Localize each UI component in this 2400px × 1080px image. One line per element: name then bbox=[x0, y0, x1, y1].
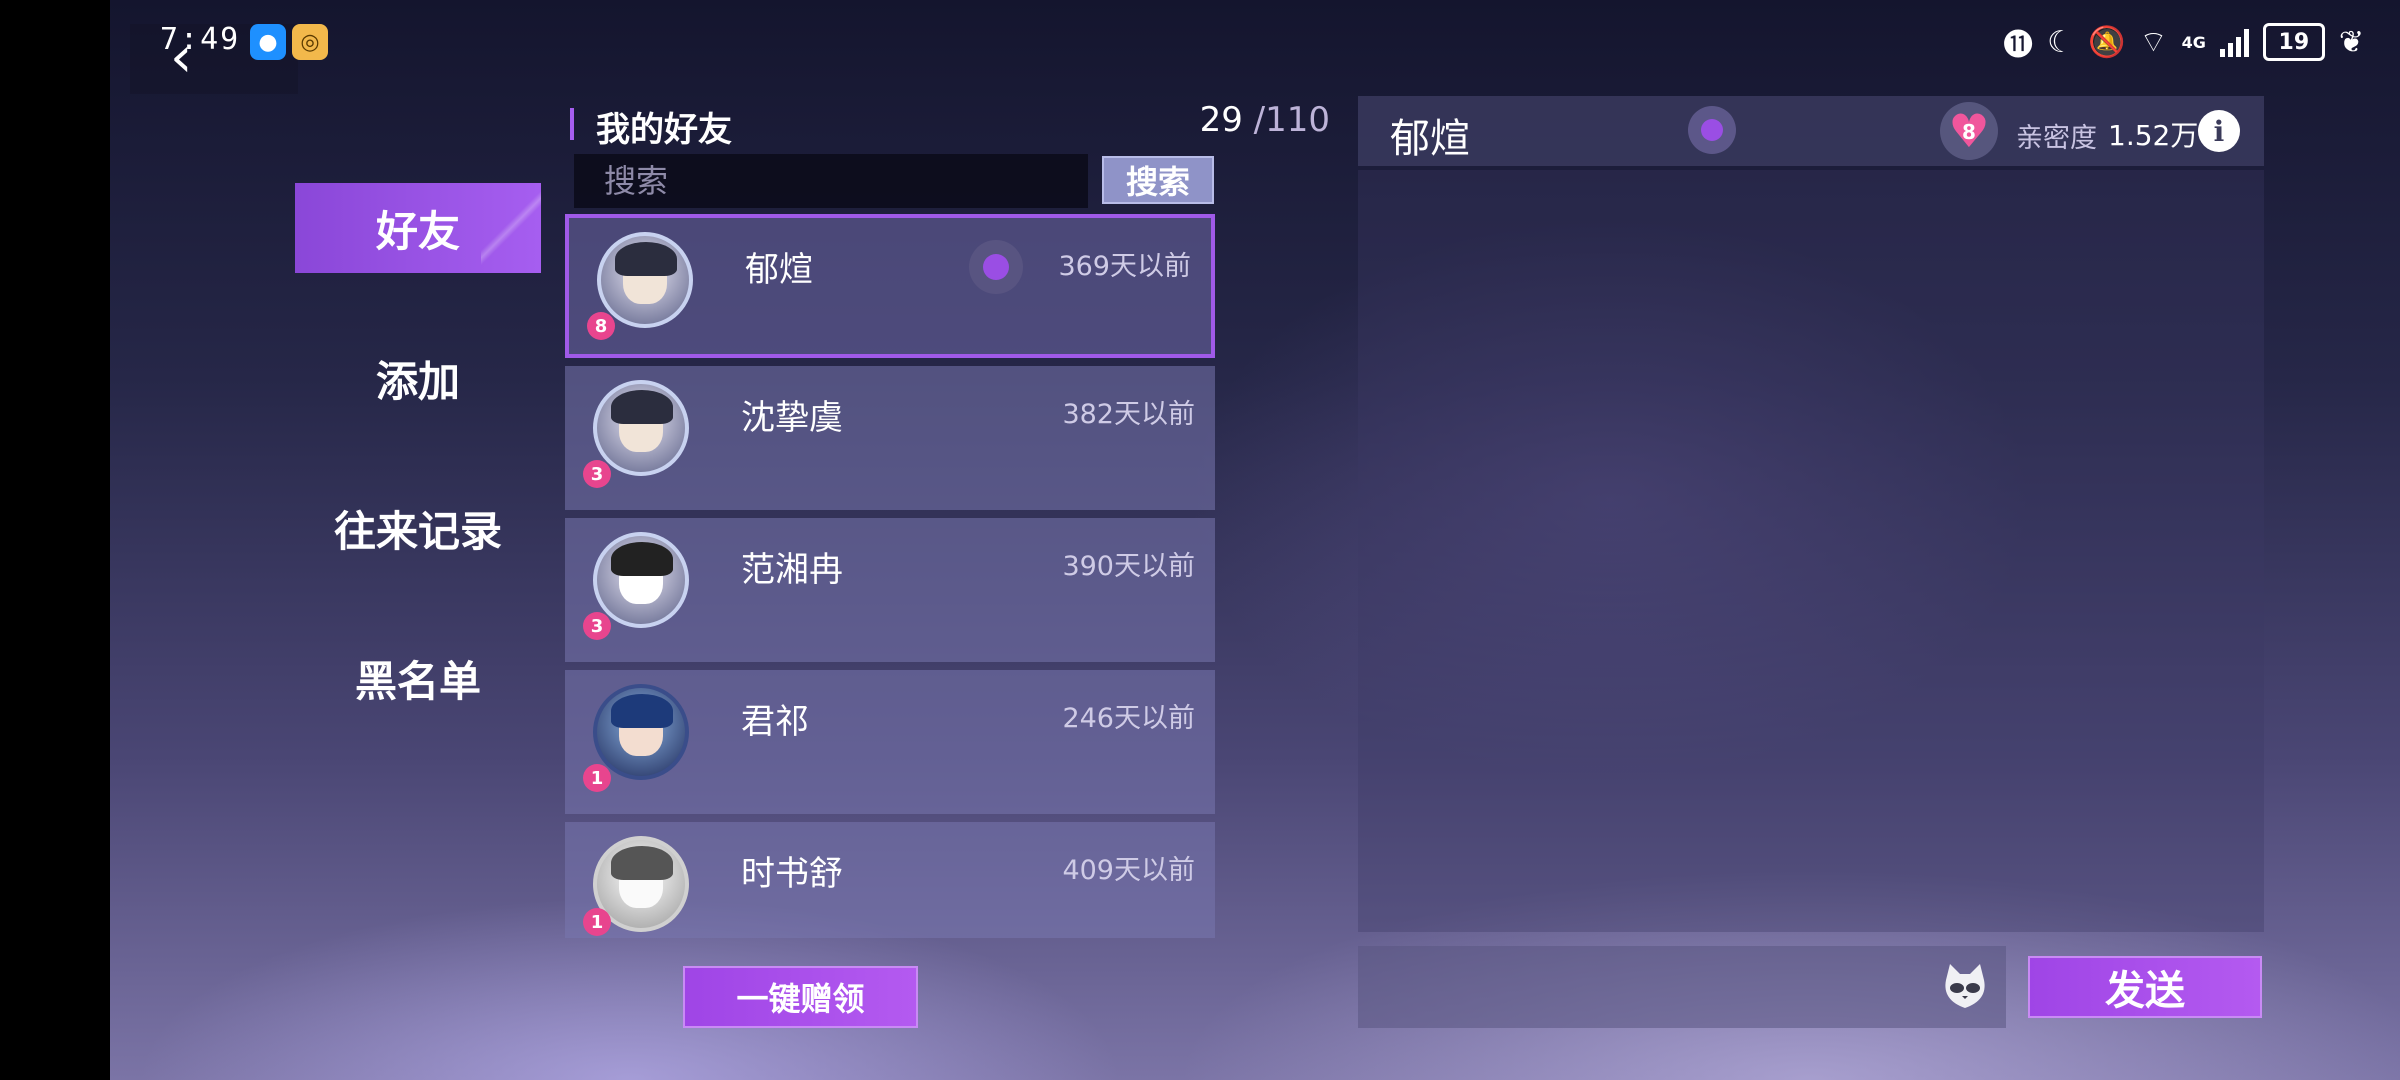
friends-title: 我的好友 bbox=[596, 110, 732, 150]
wifi-icon: ⌔ bbox=[2139, 25, 2168, 60]
friend-row[interactable]: 1 时书舒 409天以前 bbox=[565, 822, 1215, 938]
signal-icon bbox=[2219, 27, 2249, 57]
friend-row[interactable]: 3 范湘冉 390天以前 bbox=[565, 518, 1215, 662]
friends-count-total: /110 bbox=[1253, 100, 1330, 140]
friends-header: 我的好友 29 /110 bbox=[570, 100, 1330, 150]
network-label: 4G bbox=[2181, 32, 2206, 52]
data-saver-icon: ⓫ bbox=[2003, 28, 2034, 63]
heart-level-badge: 1 bbox=[583, 764, 611, 792]
chat-input-field[interactable] bbox=[1358, 946, 2006, 1028]
intimacy-label: 亲密度 bbox=[2016, 123, 2097, 154]
game-screen: 7:49 ‹ ● ◎ ⓫ ☾ 🔕 ⌔ 4G 19 ❦ 好友 添加 往来记录 黑名… bbox=[110, 0, 2400, 1080]
friend-name: 范湘冉 bbox=[741, 550, 843, 590]
heart-level-badge: 3 bbox=[583, 460, 611, 488]
friend-last-seen: 390天以前 bbox=[1062, 551, 1195, 582]
nav-item-records[interactable]: 往来记录 bbox=[295, 483, 541, 573]
back-arrow-icon[interactable]: ‹ bbox=[170, 30, 192, 86]
heart-level-badge: 8 bbox=[587, 312, 615, 340]
battery-level: 19 bbox=[2278, 29, 2310, 55]
friend-last-seen: 369天以前 bbox=[1058, 251, 1191, 282]
side-nav: 好友 添加 往来记录 黑名单 bbox=[295, 183, 541, 783]
search-input[interactable] bbox=[574, 154, 1088, 208]
heart-level-badge: 3 bbox=[583, 612, 611, 640]
nav-item-friends[interactable]: 好友 bbox=[295, 183, 541, 273]
battery-icon: 19 bbox=[2262, 23, 2325, 61]
online-status-icon bbox=[1688, 106, 1736, 154]
chat-friend-name: 郁煊 bbox=[1390, 116, 1470, 162]
chat-header: 郁煊 ♥ 8 亲密度 1.52万 i bbox=[1358, 96, 2264, 166]
moon-icon: ☾ bbox=[2047, 24, 2075, 60]
status-bar-right: ⓫ ☾ 🔕 ⌔ 4G 19 ❦ bbox=[2003, 20, 2364, 64]
friend-name: 沈挚虞 bbox=[741, 398, 843, 438]
friends-count-current: 29 bbox=[1199, 100, 1243, 140]
friend-name: 君祁 bbox=[741, 702, 809, 742]
friend-row[interactable]: 8 郁煊 369天以前 bbox=[565, 214, 1215, 358]
cat-emoji-icon[interactable] bbox=[1938, 960, 1992, 1014]
avatar bbox=[593, 532, 689, 628]
heart-icon: ♥ 8 bbox=[1940, 102, 1998, 160]
nav-item-blacklist[interactable]: 黑名单 bbox=[295, 633, 541, 723]
chat-message-area[interactable] bbox=[1358, 170, 2264, 932]
charging-leaf-icon: ❦ bbox=[2338, 24, 2364, 60]
message-app-icon: ● bbox=[250, 24, 286, 60]
gift-all-button[interactable]: 一键赠领 bbox=[683, 966, 918, 1028]
friend-last-seen: 409天以前 bbox=[1062, 855, 1195, 886]
title-accent-bar bbox=[570, 108, 574, 140]
nav-item-add[interactable]: 添加 bbox=[295, 333, 541, 423]
avatar bbox=[593, 684, 689, 780]
friend-name: 郁煊 bbox=[745, 250, 813, 290]
friend-row[interactable]: 3 沈挚虞 382天以前 bbox=[565, 366, 1215, 510]
camera-app-icon: ◎ bbox=[292, 24, 328, 60]
send-button[interactable]: 发送 bbox=[2028, 956, 2262, 1018]
info-icon[interactable]: i bbox=[2198, 110, 2240, 152]
friend-row[interactable]: 1 君祁 246天以前 bbox=[565, 670, 1215, 814]
friends-count: 29 /110 bbox=[1200, 100, 1330, 140]
avatar bbox=[597, 232, 693, 328]
mute-bell-icon: 🔕 bbox=[2088, 24, 2126, 60]
friend-last-seen: 246天以前 bbox=[1062, 703, 1195, 734]
avatar bbox=[593, 380, 689, 476]
friend-last-seen: 382天以前 bbox=[1062, 399, 1195, 430]
heart-level-badge: 1 bbox=[583, 908, 611, 936]
online-status-icon bbox=[969, 240, 1023, 294]
friend-name: 时书舒 bbox=[741, 854, 843, 894]
heart-level: 8 bbox=[1962, 120, 1976, 144]
search-button[interactable]: 搜索 bbox=[1102, 156, 1214, 204]
intimacy-value: 1.52万 bbox=[2108, 119, 2199, 152]
